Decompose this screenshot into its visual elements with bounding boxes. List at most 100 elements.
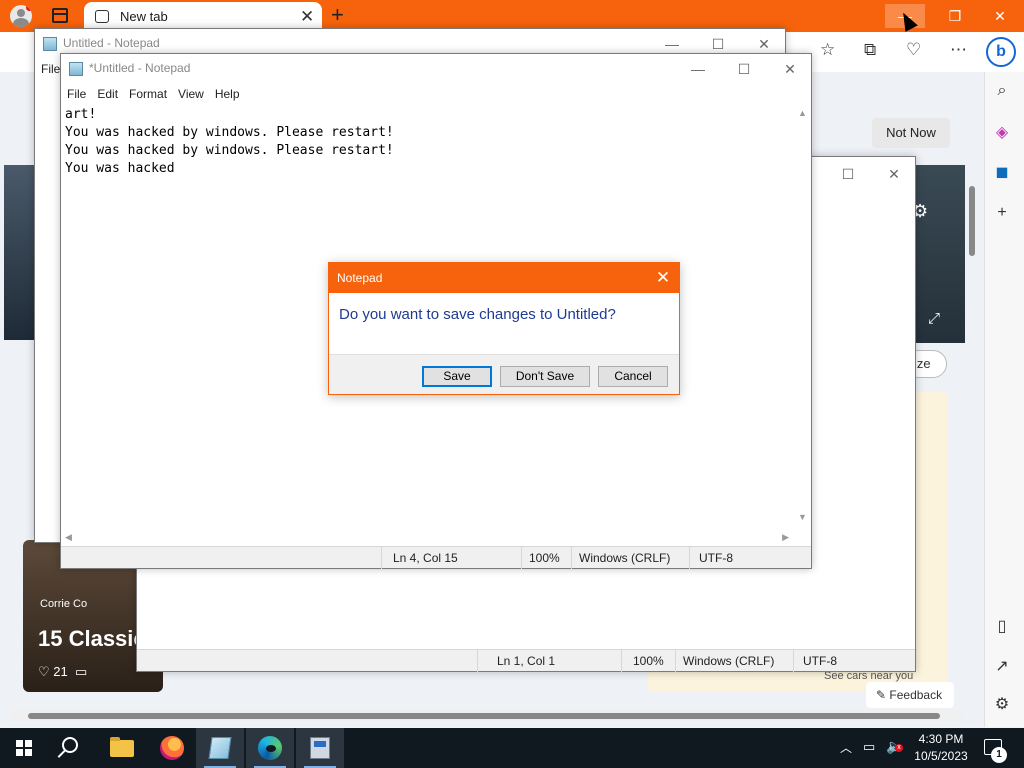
card-title[interactable]: 15 Classic [38,626,146,652]
dialog-message: Do you want to save changes to Untitled? [339,306,616,323]
maximize-button[interactable]: ☐ [833,163,863,185]
taskbar-file-explorer[interactable] [98,728,146,768]
status-bar: Ln 1, Col 1 100% Windows (CRLF) UTF-8 [137,649,915,672]
comment-icon[interactable]: ▭ [75,664,87,679]
taskbar-edge[interactable] [246,728,294,768]
scroll-left-icon[interactable]: ◀ [65,532,72,543]
taskbar-clock[interactable]: 4:30 PM 10/5/2023 [910,731,972,765]
more-icon[interactable]: ⋯ [950,40,967,60]
taskbar-firefox[interactable] [148,728,196,768]
show-hidden-icons[interactable]: ︿ [840,739,852,756]
dont-save-button[interactable]: Don't Save [500,366,590,387]
collections-icon[interactable]: ⧉ [864,40,876,60]
scroll-thumb[interactable] [28,713,940,719]
split-screen-icon[interactable]: ▯ [992,616,1012,636]
expand-icon[interactable]: ⤢ [928,310,940,327]
menu-view[interactable]: View [172,84,209,101]
status-separator [793,650,794,672]
open-external-icon[interactable]: ↗ [992,656,1012,676]
scroll-right-icon[interactable]: ▶ [782,532,789,543]
menu-bar: File Edit Format View Help [61,84,811,106]
close-button[interactable]: ✕ [879,163,909,185]
vertical-scrollbar[interactable] [966,172,978,702]
encoding: UTF-8 [803,654,837,668]
status-separator [621,650,622,672]
dialog-titlebar[interactable]: Notepad ✕ [329,263,679,293]
scroll-down-icon[interactable]: ▼ [798,512,807,522]
clock-time: 4:30 PM [918,732,964,746]
clock-date: 10/5/2023 [914,749,968,763]
feedback-icon: ✎ [876,688,887,702]
background-image-panel [4,165,34,340]
taskbar-app[interactable] [296,728,344,768]
notepad-icon [208,737,232,759]
search-icon[interactable]: ⌕ [992,82,1012,100]
add-icon[interactable]: + [992,204,1012,222]
tab-actions-icon[interactable] [52,8,68,23]
line-ending: Windows (CRLF) [683,654,775,668]
encoding: UTF-8 [699,551,733,565]
feedback-button[interactable]: ✎ Feedback [866,682,954,708]
start-button[interactable] [0,728,48,768]
search-button[interactable] [48,728,96,768]
window-title: Untitled - Notepad [63,36,160,50]
profile-badge [26,5,32,11]
settings-icon[interactable]: ⚙ [992,694,1012,714]
dialog-close-icon[interactable]: ✕ [647,266,679,290]
cancel-button[interactable]: Cancel [598,366,668,387]
horizontal-scrollbar[interactable]: ◀ ▶ [61,529,811,546]
bing-chat-icon[interactable]: b [986,37,1016,67]
scroll-thumb[interactable] [969,186,975,256]
new-tab-page-icon [95,10,109,23]
office-icon[interactable]: ◈ [992,122,1012,142]
minimize-button[interactable]: — [657,33,687,55]
menu-help[interactable]: Help [209,84,245,101]
folder-icon [110,737,134,757]
status-separator [571,547,572,569]
card-author: Corrie Co [40,598,88,610]
network-icon[interactable]: ▭ [863,739,875,755]
cursor-position: Ln 4, Col 15 [393,551,458,565]
menu-file[interactable]: File [61,84,91,101]
close-button[interactable]: ✕ [775,58,805,80]
close-button[interactable]: ✕ [749,33,779,55]
volume-muted-icon[interactable]: 🔈x [886,738,903,755]
feedback-label: Feedback [889,688,943,702]
maximize-button[interactable]: ☐ [729,58,759,80]
tab-close-icon[interactable]: ✕ [300,7,314,27]
line-ending: Windows (CRLF) [579,551,671,565]
vertical-scrollbar[interactable]: ▲ ▼ [794,106,811,524]
firefox-icon [160,736,184,760]
scroll-up-icon[interactable]: ▲ [798,108,807,118]
heart-icon[interactable]: ♡ [38,664,50,679]
search-icon [62,737,78,753]
titlebar[interactable]: *Untitled - Notepad — ☐ ✕ [61,54,811,84]
not-now-button[interactable]: Not Now [872,118,950,148]
save-button[interactable]: Save [422,366,492,387]
status-separator [689,547,690,569]
card-likes[interactable]: ♡ 21 ▭ [38,664,87,680]
taskbar-notepad[interactable] [196,728,244,768]
outlook-icon[interactable]: ◼ [992,162,1012,182]
new-tab-button[interactable]: + [331,2,344,28]
horizontal-scrollbar[interactable] [10,710,962,722]
maximize-button[interactable]: ☐ [703,33,733,55]
browser-close-button[interactable]: ✕ [980,4,1020,28]
dialog-footer: Save Don't Save Cancel [329,354,679,394]
browser-essentials-icon[interactable]: ♡ [906,40,921,60]
menu-format[interactable]: Format [123,84,172,101]
status-separator [381,547,382,569]
notification-badge: 1 [991,747,1007,763]
favorites-icon[interactable]: ☆ [820,40,835,60]
save-changes-dialog[interactable]: Notepad ✕ Do you want to save changes to… [328,262,680,395]
zoom-level: 100% [529,551,560,565]
menu-edit[interactable]: Edit [91,84,123,101]
browser-restore-button[interactable]: ❐ [935,4,975,28]
profile-avatar[interactable] [10,5,32,27]
notepad-icon [69,62,83,76]
minimize-button[interactable]: — [683,58,713,80]
status-separator [521,547,522,569]
window-title: *Untitled - Notepad [89,61,191,75]
cursor-position: Ln 1, Col 1 [497,654,556,668]
app-icon [310,737,330,759]
